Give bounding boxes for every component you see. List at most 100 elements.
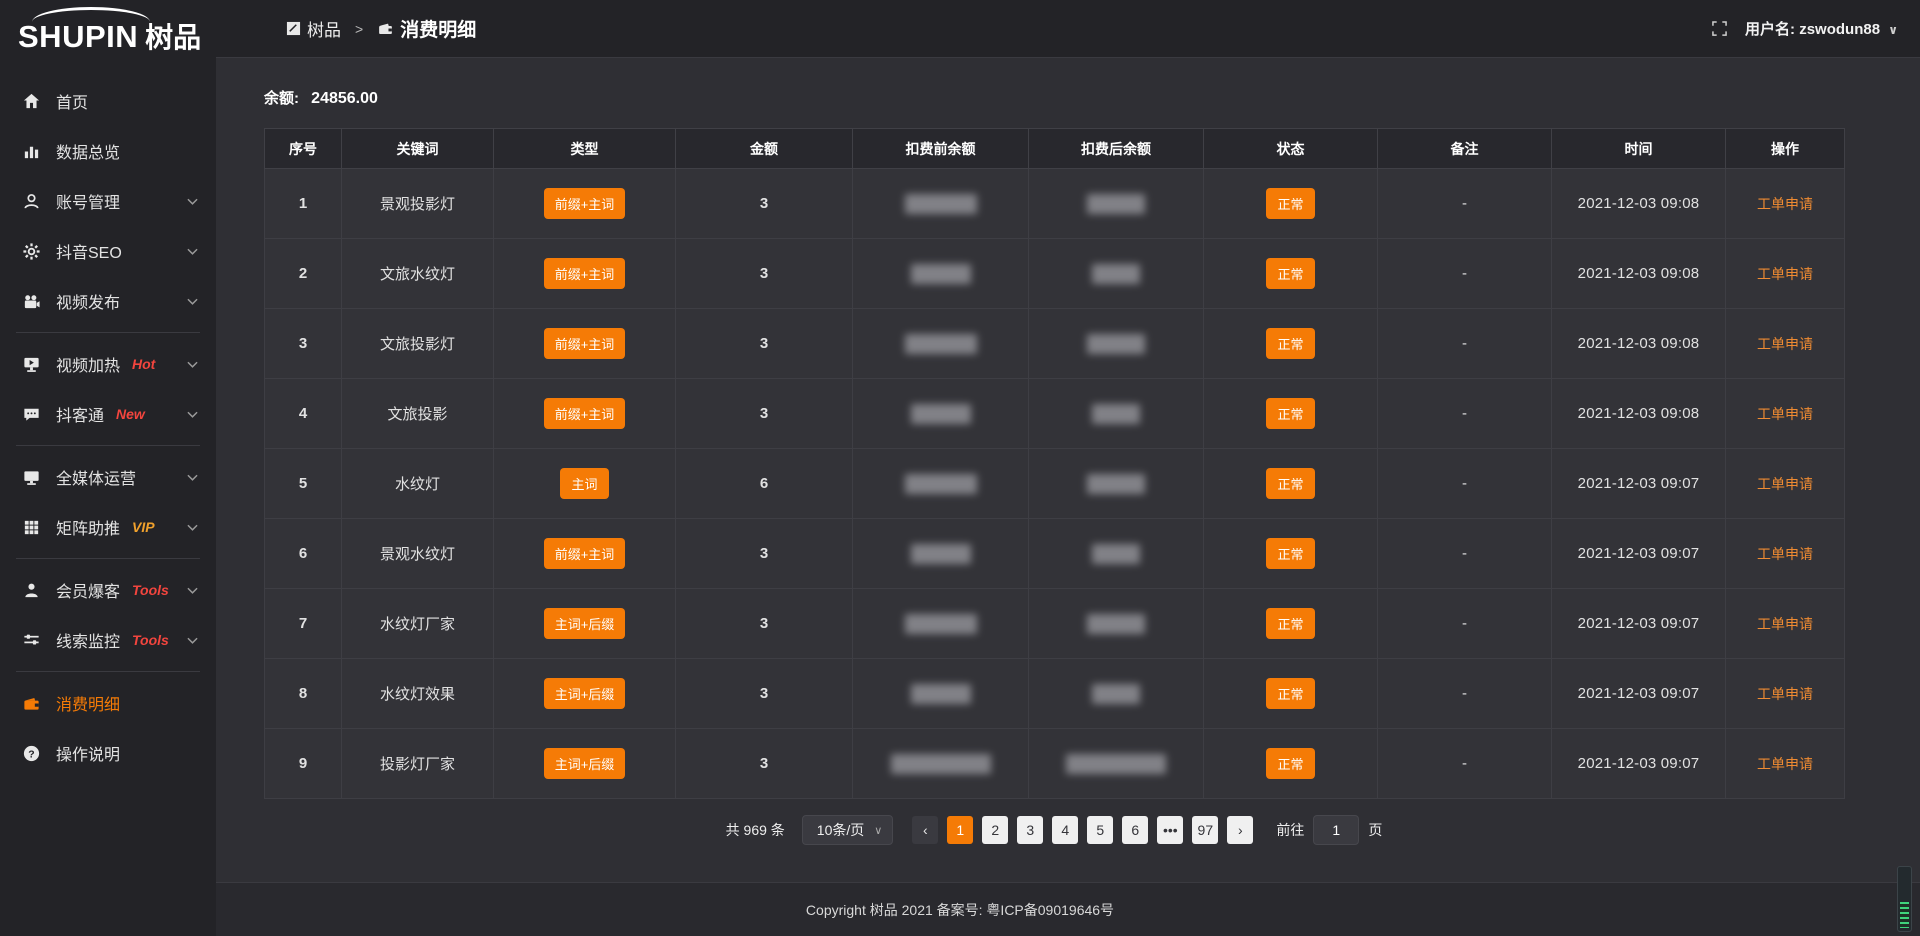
cell-amount: 3 — [676, 239, 853, 309]
consumption-table: 序号 关键词 类型 金额 扣费前余额 扣费后余额 状态 备注 时间 操作 1 景… — [264, 128, 1845, 799]
app-icon — [286, 21, 301, 36]
page-ellipsis-button[interactable]: ••• — [1157, 816, 1183, 844]
cell-remark: - — [1378, 449, 1552, 519]
next-page-button[interactable]: › — [1227, 816, 1253, 844]
menu-divider — [16, 445, 200, 446]
sidebar-item-clue-monitor[interactable]: 线索监控 Tools — [0, 615, 216, 665]
cell-keyword: 景观投影灯 — [342, 169, 494, 239]
sidebar-item-video-publish[interactable]: 视频发布 — [0, 276, 216, 326]
cell-keyword: 水纹灯厂家 — [342, 589, 494, 659]
sidebar-item-all-media[interactable]: 全媒体运营 — [0, 452, 216, 502]
type-badge: 主词+后缀 — [544, 608, 626, 639]
work-order-link[interactable]: 工单申请 — [1757, 756, 1813, 772]
sidebar-item-doketong[interactable]: 抖客通 New — [0, 389, 216, 439]
cell-keyword: 景观水纹灯 — [342, 519, 494, 589]
page-button-97[interactable]: 97 — [1192, 816, 1218, 844]
breadcrumb-root[interactable]: 树品 — [286, 16, 341, 41]
sidebar-menu: 首页 数据总览 账号管理 抖音SEO — [0, 76, 216, 778]
sidebar-item-consumption-detail[interactable]: 消费明细 — [0, 678, 216, 728]
username[interactable]: 用户名: zswodun88 ∨ — [1745, 18, 1898, 39]
cell-status: 正常 — [1204, 589, 1378, 659]
breadcrumb: 树品 > 消费明细 — [286, 15, 476, 42]
cell-time: 2021-12-03 09:07 — [1552, 729, 1726, 799]
work-order-link[interactable]: 工单申请 — [1757, 476, 1813, 492]
redacted-value — [911, 264, 971, 284]
page-button-6[interactable]: 6 — [1122, 816, 1148, 844]
cell-balance-after — [1029, 379, 1204, 449]
redacted-value — [905, 334, 977, 354]
sidebar-item-matrix-boost[interactable]: 矩阵助推 VIP — [0, 502, 216, 552]
balance-value: 24856.00 — [311, 90, 378, 107]
sidebar-item-video-heat[interactable]: 视频加热 Hot — [0, 339, 216, 389]
monitor-icon — [22, 468, 41, 487]
work-order-link[interactable]: 工单申请 — [1757, 406, 1813, 422]
page-size-select[interactable]: 10条/页 ∨ — [802, 815, 894, 845]
redacted-value — [1087, 474, 1145, 494]
wallet-icon — [377, 20, 394, 37]
pagination: 共 969 条 10条/页 ∨ ‹ 1 2 3 4 5 6 ••• 97 › 前… — [264, 815, 1844, 845]
col-balance-after: 扣费后余额 — [1029, 129, 1204, 169]
logo-text-en: SHUPIN — [18, 19, 138, 55]
cell-index: 7 — [265, 589, 342, 659]
wallet-icon — [22, 694, 41, 713]
cell-type: 主词+后缀 — [494, 659, 676, 729]
sidebar-item-data-overview[interactable]: 数据总览 — [0, 126, 216, 176]
work-order-link[interactable]: 工单申请 — [1757, 196, 1813, 212]
status-badge: 正常 — [1266, 258, 1314, 289]
work-order-link[interactable]: 工单申请 — [1757, 336, 1813, 352]
sidebar-item-instructions[interactable]: ? 操作说明 — [0, 728, 216, 778]
sidebar-item-account-management[interactable]: 账号管理 — [0, 176, 216, 226]
table-row: 9 投影灯厂家 主词+后缀 3 正常 - 2021-12-03 09:07 工单… — [265, 729, 1845, 799]
sidebar-item-member-burst[interactable]: 会员爆客 Tools — [0, 565, 216, 615]
sidebar-item-home[interactable]: 首页 — [0, 76, 216, 126]
cell-index: 8 — [265, 659, 342, 729]
vip-badge: VIP — [132, 519, 155, 535]
cell-amount: 3 — [676, 169, 853, 239]
cell-keyword: 文旅投影灯 — [342, 309, 494, 379]
goto-page-input[interactable] — [1313, 815, 1359, 845]
chevron-down-icon — [187, 198, 198, 205]
table-row: 7 水纹灯厂家 主词+后缀 3 正常 - 2021-12-03 09:07 工单… — [265, 589, 1845, 659]
table-row: 5 水纹灯 主词 6 正常 - 2021-12-03 09:07 工单申请 — [265, 449, 1845, 519]
total-count: 共 969 条 — [726, 820, 785, 840]
status-badge: 正常 — [1266, 468, 1314, 499]
scroll-widget[interactable] — [1897, 866, 1912, 932]
page-button-2[interactable]: 2 — [982, 816, 1008, 844]
redacted-value — [911, 684, 971, 704]
page-button-5[interactable]: 5 — [1087, 816, 1113, 844]
cell-time: 2021-12-03 09:08 — [1552, 239, 1726, 309]
table-row: 1 景观投影灯 前缀+主词 3 正常 - 2021-12-03 09:08 工单… — [265, 169, 1845, 239]
page-button-1[interactable]: 1 — [947, 816, 973, 844]
cell-index: 6 — [265, 519, 342, 589]
page-button-4[interactable]: 4 — [1052, 816, 1078, 844]
status-badge: 正常 — [1266, 678, 1314, 709]
col-type: 类型 — [494, 129, 676, 169]
redacted-value — [1087, 334, 1145, 354]
cell-time: 2021-12-03 09:08 — [1552, 379, 1726, 449]
work-order-link[interactable]: 工单申请 — [1757, 686, 1813, 702]
new-badge: New — [116, 406, 145, 422]
sidebar-item-label: 账号管理 — [56, 189, 120, 213]
work-order-link[interactable]: 工单申请 — [1757, 616, 1813, 632]
table-row: 3 文旅投影灯 前缀+主词 3 正常 - 2021-12-03 09:08 工单… — [265, 309, 1845, 379]
work-order-link[interactable]: 工单申请 — [1757, 546, 1813, 562]
cell-time: 2021-12-03 09:07 — [1552, 449, 1726, 519]
cell-action: 工单申请 — [1726, 449, 1845, 519]
chevron-down-icon: ∨ — [1888, 23, 1898, 37]
prev-page-button[interactable]: ‹ — [912, 816, 938, 844]
fullscreen-icon[interactable] — [1712, 21, 1727, 36]
cell-amount: 3 — [676, 519, 853, 589]
redacted-value — [1092, 404, 1140, 424]
cell-action: 工单申请 — [1726, 519, 1845, 589]
cell-balance-before — [853, 169, 1029, 239]
cell-status: 正常 — [1204, 449, 1378, 519]
cell-balance-after — [1029, 309, 1204, 379]
work-order-link[interactable]: 工单申请 — [1757, 266, 1813, 282]
sliders-icon — [22, 631, 41, 650]
col-balance-before: 扣费前余额 — [853, 129, 1029, 169]
page-button-3[interactable]: 3 — [1017, 816, 1043, 844]
sidebar-item-douyin-seo[interactable]: 抖音SEO — [0, 226, 216, 276]
cell-balance-after — [1029, 589, 1204, 659]
cell-time: 2021-12-03 09:07 — [1552, 519, 1726, 589]
chevron-down-icon — [187, 248, 198, 255]
